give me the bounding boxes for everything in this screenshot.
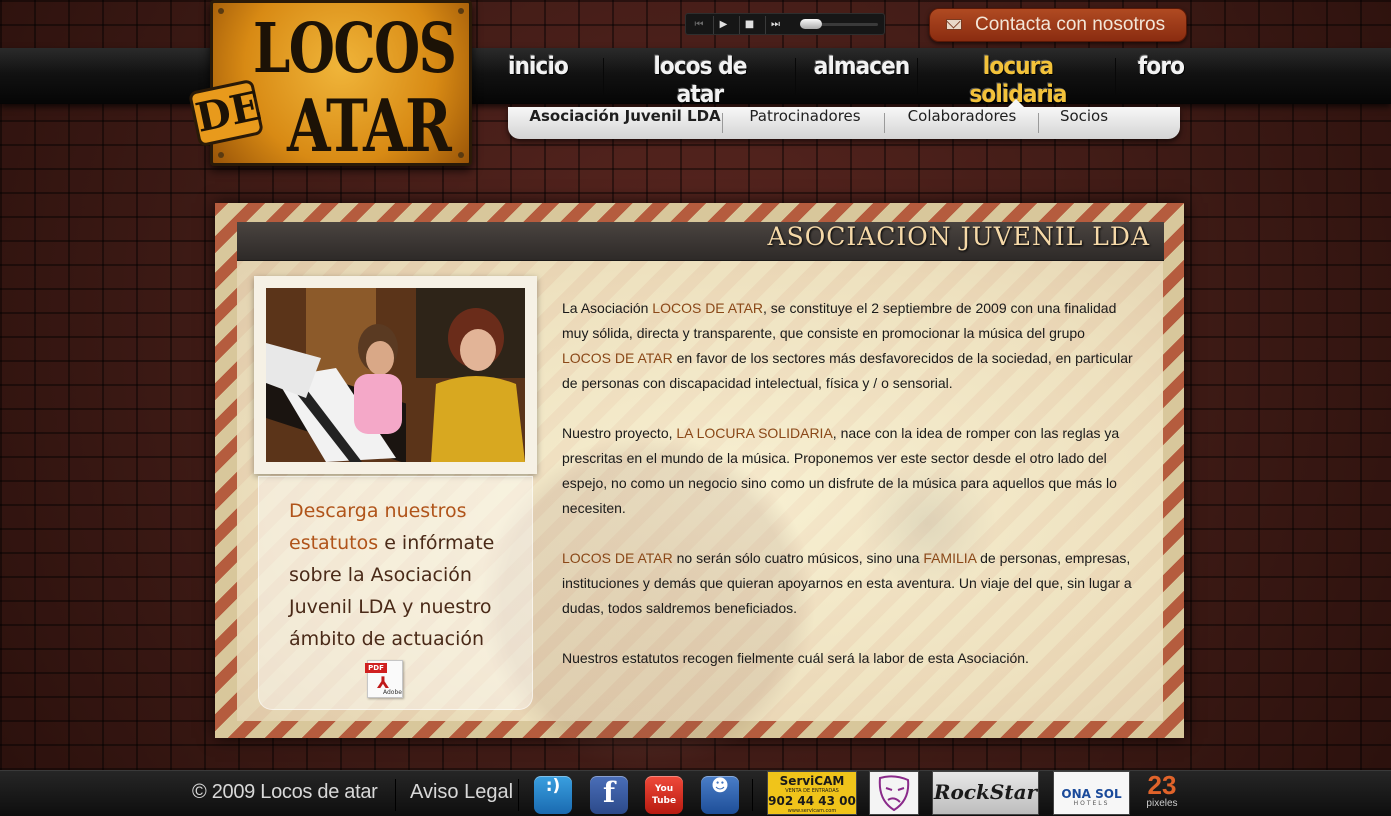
highlight-familia: FAMILIA (923, 550, 977, 566)
subnav-divider (722, 113, 723, 133)
text-run: La Asociación (562, 300, 653, 316)
facebook-icon[interactable]: f (590, 776, 628, 814)
highlight-project-name: LA LOCURA SOLIDARIA (676, 425, 833, 441)
nav-divider (1115, 58, 1116, 98)
association-description: La Asociación LOCOS DE ATAR, se constitu… (562, 296, 1137, 696)
text-run: Nuestro proyecto, (562, 425, 677, 441)
nav-item-foro[interactable]: foro (1134, 52, 1188, 102)
contact-button-label: Contacta con nosotros (975, 14, 1166, 35)
next-track-icon[interactable]: ⏭ (765, 16, 785, 34)
statutes-text: Descarga nuestros estatutos e infórmate … (289, 495, 514, 655)
photo-piano-lesson (266, 288, 525, 462)
subnav-item-socios[interactable]: Socios (1046, 107, 1122, 139)
footer: © 2009 Locos de atar Aviso Legal :) f Yo… (0, 770, 1391, 816)
statutes-card: Descarga nuestros estatutos e infórmate … (258, 476, 533, 710)
piano-photo-illustration (266, 288, 525, 462)
logo-text-atar: ATAR (287, 83, 452, 168)
highlight-band-name: LOCOS DE ATAR (562, 350, 673, 366)
subnav-divider (1038, 113, 1039, 133)
legal-notice-link[interactable]: Aviso Legal (410, 781, 513, 804)
music-player: ⏮ ▶ ■ ⏭ (685, 13, 885, 35)
nav-item-locura-solidaria[interactable]: locura solidaria (940, 52, 1097, 108)
servicam-phone: 902 44 43 00 (768, 794, 856, 808)
tuenti-icon[interactable]: :) (534, 776, 572, 814)
ona-sol-subtitle: HOTELS (1073, 800, 1110, 807)
servicam-web: www.servicam.com (787, 808, 837, 814)
nav-item-inicio[interactable]: inicio (499, 52, 576, 102)
volume-slider-knob[interactable] (800, 19, 822, 29)
nav-divider (603, 58, 604, 98)
logo-text-de: DE (187, 78, 265, 148)
ona-sol-name: ONA SOL (1061, 787, 1122, 801)
play-icon[interactable]: ▶ (713, 16, 733, 34)
sponsor-ona-sol[interactable]: ONA SOL HOTELS (1053, 771, 1130, 815)
paragraph-3: LOCOS DE ATAR no serán sólo cuatro músic… (562, 546, 1137, 621)
youtube-icon[interactable]: You Tube (645, 776, 683, 814)
stop-icon[interactable]: ■ (739, 16, 759, 34)
sponsor-mask-logo[interactable] (869, 771, 919, 815)
sponsor-23-pixeles[interactable]: 23 pixeles (1142, 771, 1182, 815)
pdf-tag: PDF (365, 663, 387, 673)
contact-button[interactable]: Contacta con nosotros (929, 8, 1187, 42)
myspace-icon[interactable]: ☻ (701, 776, 739, 814)
nav-item-locos-de-atar[interactable]: locos de atar (628, 52, 772, 108)
pixeles-number: 23 (1147, 770, 1177, 800)
subnav-item-colaboradores[interactable]: Colaboradores (892, 107, 1032, 139)
subnav-item-asociacion[interactable]: Asociación Juvenil LDA (520, 107, 730, 139)
page-title: ASOCIACION JUVENIL LDA (767, 222, 1150, 251)
copyright: © 2009 Locos de atar (192, 781, 378, 803)
logo-rivet (458, 152, 464, 158)
paragraph-4: Nuestros estatutos recogen fielmente cuá… (562, 650, 1029, 666)
paragraph-2: Nuestro proyecto, LA LOCURA SOLIDARIA, n… (562, 421, 1137, 521)
sponsor-rockstar[interactable]: RockStar (932, 771, 1039, 815)
nav-divider (917, 58, 918, 98)
subnav-divider (884, 113, 885, 133)
pdf-brand: Adobe (383, 689, 402, 696)
logo-rivet (458, 8, 464, 14)
mail-icon (946, 19, 962, 30)
servicam-title: ServiCAM (779, 774, 845, 788)
theatre-mask-icon (878, 775, 910, 812)
logo-text-locos: LOCOS (253, 9, 457, 89)
text-run: no serán sólo cuatro músicos, sino una (672, 550, 924, 566)
footer-divider (518, 779, 519, 811)
pdf-download-icon[interactable]: PDF ⅄ Adobe (365, 660, 403, 698)
nav-divider (795, 58, 796, 98)
paragraph-1: La Asociación LOCOS DE ATAR, se constitu… (562, 296, 1137, 396)
logo-rivet (218, 152, 224, 158)
pixeles-label: pixeles (1146, 798, 1178, 809)
highlight-band-name: LOCOS DE ATAR (652, 300, 764, 316)
subnav-item-patrocinadores[interactable]: Patrocinadores (730, 107, 880, 139)
logo-rivet (218, 8, 224, 14)
photo-frame (254, 276, 537, 474)
section-title-bar: ASOCIACION JUVENIL LDA (237, 222, 1164, 261)
sub-nav: Asociación Juvenil LDA Patrocinadores Co… (508, 99, 1180, 139)
active-nav-caret (1008, 99, 1024, 107)
volume-slider[interactable] (800, 19, 878, 29)
site-logo[interactable]: LOCOS ATAR DE (187, 0, 472, 168)
nav-item-almacen[interactable]: almacen (814, 52, 910, 102)
previous-track-icon[interactable]: ⏮ (689, 16, 709, 34)
sponsor-servicam[interactable]: ServiCAM VENTA DE ENTRADAS 902 44 43 00 … (767, 771, 857, 815)
footer-divider (752, 779, 753, 811)
highlight-band-name: LOCOS DE ATAR (562, 550, 673, 566)
footer-divider (395, 779, 396, 811)
